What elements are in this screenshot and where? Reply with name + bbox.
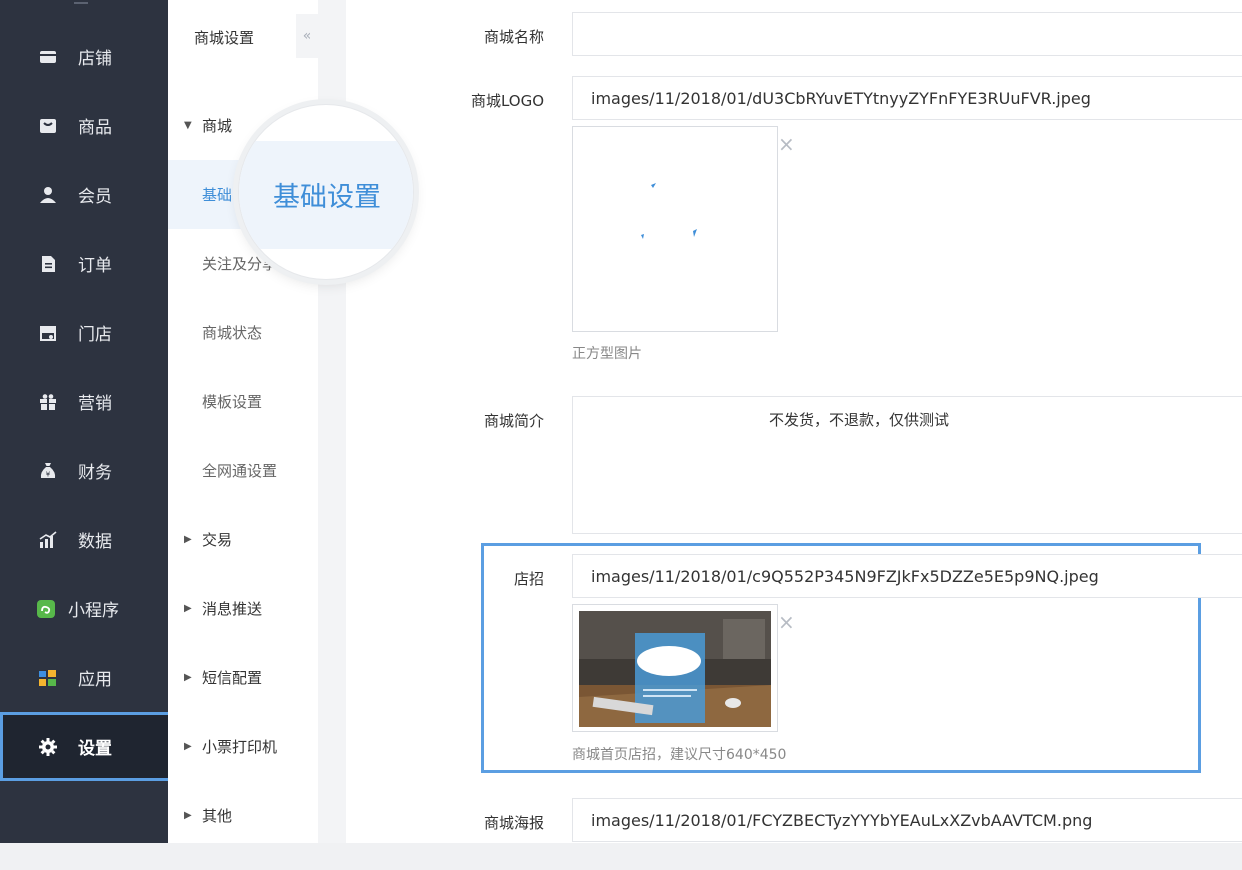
intro-textarea[interactable]: 不发货，不退款，仅供测试 <box>572 396 1242 534</box>
banner-label: 店招 <box>513 570 544 588</box>
menu-toggle-icon[interactable] <box>74 2 88 4</box>
sub-group-label: 其他 <box>202 807 233 825</box>
settings-form: 商城名称 商城LOGO images/11/2018/01/dU3CbRYuvE… <box>346 0 1242 843</box>
store-icon <box>38 47 58 67</box>
collapse-sidebar-button[interactable]: « <box>296 14 318 58</box>
nav-item-label: 订单 <box>78 256 112 276</box>
goods-icon <box>38 116 58 136</box>
nav-item-marketing[interactable]: 营销 <box>0 367 168 436</box>
caret-down-icon: ▼ <box>184 120 192 131</box>
nav-top <box>0 0 168 22</box>
sub-group-label: 短信配置 <box>202 669 263 687</box>
app-window: 店铺 商品 会员 订单 门店 营销 ¥ 财务 数据 小程序 应用 设置 商城设置… <box>0 0 1242 870</box>
shop-icon <box>38 323 58 343</box>
nav-item-label: 数据 <box>78 532 112 552</box>
sub-group-label: 商城 <box>202 117 233 135</box>
banner-thumbnail[interactable] <box>572 604 778 732</box>
banner-image <box>579 611 771 727</box>
remove-banner-icon[interactable]: × <box>778 610 795 634</box>
nav-item-settings[interactable]: 设置 <box>0 712 174 781</box>
nav-item-label: 应用 <box>78 670 112 690</box>
sub-nav-title: 商城设置 <box>194 29 255 47</box>
sub-item-label: 模板设置 <box>202 393 263 411</box>
nav-item-store[interactable]: 店铺 <box>0 22 168 91</box>
gear-icon <box>38 737 58 757</box>
sub-item-label: 商城状态 <box>202 324 263 342</box>
nav-item-label: 小程序 <box>68 601 119 621</box>
sub-item-template-settings[interactable]: 模板设置 <box>168 367 318 436</box>
sub-group-printer[interactable]: ▶ 小票打印机 <box>168 712 318 781</box>
sub-group-sms[interactable]: ▶ 短信配置 <box>168 643 318 712</box>
nav-item-order[interactable]: 订单 <box>0 229 168 298</box>
member-icon <box>38 185 58 205</box>
remove-logo-icon[interactable]: × <box>778 132 795 156</box>
nav-item-mini-program[interactable]: 小程序 <box>0 574 168 643</box>
nav-item-label: 设置 <box>78 739 112 759</box>
apps-icon <box>38 668 58 688</box>
sub-group-trade[interactable]: ▶ 交易 <box>168 505 318 574</box>
order-icon <box>38 254 58 274</box>
nav-item-label: 财务 <box>78 463 112 483</box>
chart-icon <box>38 530 58 550</box>
logo-thumbnail[interactable] <box>572 126 778 332</box>
logo-image <box>641 183 697 239</box>
nav-item-label: 商品 <box>78 118 112 138</box>
shop-name-input[interactable] <box>572 12 1242 56</box>
banner-path-input[interactable]: images/11/2018/01/c9Q552P345N9FZJkFx5DZZ… <box>572 554 1242 598</box>
sub-group-label: 小票打印机 <box>202 738 278 756</box>
magnifier-text: 基础设置 <box>273 182 381 213</box>
svg-text:¥: ¥ <box>46 470 51 478</box>
nav-item-member[interactable]: 会员 <box>0 160 168 229</box>
nav-item-finance[interactable]: ¥ 财务 <box>0 436 168 505</box>
nav-item-shop[interactable]: 门店 <box>0 298 168 367</box>
gift-icon <box>38 392 58 412</box>
caret-right-icon: ▶ <box>184 672 192 683</box>
double-chevron-left-icon: « <box>302 28 312 44</box>
nav-item-label: 门店 <box>78 325 112 345</box>
nav-item-label: 会员 <box>78 187 112 207</box>
nav-item-label: 店铺 <box>78 49 112 69</box>
logo-hint: 正方型图片 <box>572 346 642 362</box>
poster-label: 商城海报 <box>483 814 544 832</box>
logo-path-input[interactable]: images/11/2018/01/dU3CbRYuvETYtnyyZYFnFY… <box>572 76 1242 120</box>
intro-label: 商城简介 <box>483 412 544 430</box>
caret-right-icon: ▶ <box>184 741 192 752</box>
nav-item-data[interactable]: 数据 <box>0 505 168 574</box>
sub-item-label: 全网通设置 <box>202 462 278 480</box>
shop-name-label: 商城名称 <box>483 28 544 46</box>
caret-right-icon: ▶ <box>184 603 192 614</box>
nav-item-goods[interactable]: 商品 <box>0 91 168 160</box>
sub-item-shop-status[interactable]: 商城状态 <box>168 298 318 367</box>
mini-program-icon <box>36 599 56 619</box>
caret-right-icon: ▶ <box>184 534 192 545</box>
money-bag-icon: ¥ <box>38 461 58 481</box>
sub-item-label: 基础 <box>202 186 233 204</box>
bottom-strip <box>0 843 1242 870</box>
sub-group-label: 消息推送 <box>202 600 263 618</box>
sub-group-label: 交易 <box>202 531 233 549</box>
banner-hint: 商城首页店招，建议尺寸640*450 <box>572 747 787 763</box>
zoom-magnifier: 基础设置 <box>238 104 414 280</box>
poster-path-input[interactable]: images/11/2018/01/FCYZBECTyzYYYbYEAuLxXZ… <box>572 798 1242 842</box>
caret-right-icon: ▶ <box>184 810 192 821</box>
logo-label: 商城LOGO <box>470 92 544 110</box>
main-nav: 店铺 商品 会员 订单 门店 营销 ¥ 财务 数据 小程序 应用 设置 <box>0 0 174 843</box>
nav-item-apps[interactable]: 应用 <box>0 643 168 712</box>
sub-group-other[interactable]: ▶ 其他 <box>168 781 318 850</box>
sub-item-omni-settings[interactable]: 全网通设置 <box>168 436 318 505</box>
nav-item-label: 营销 <box>78 394 112 414</box>
sub-group-push[interactable]: ▶ 消息推送 <box>168 574 318 643</box>
